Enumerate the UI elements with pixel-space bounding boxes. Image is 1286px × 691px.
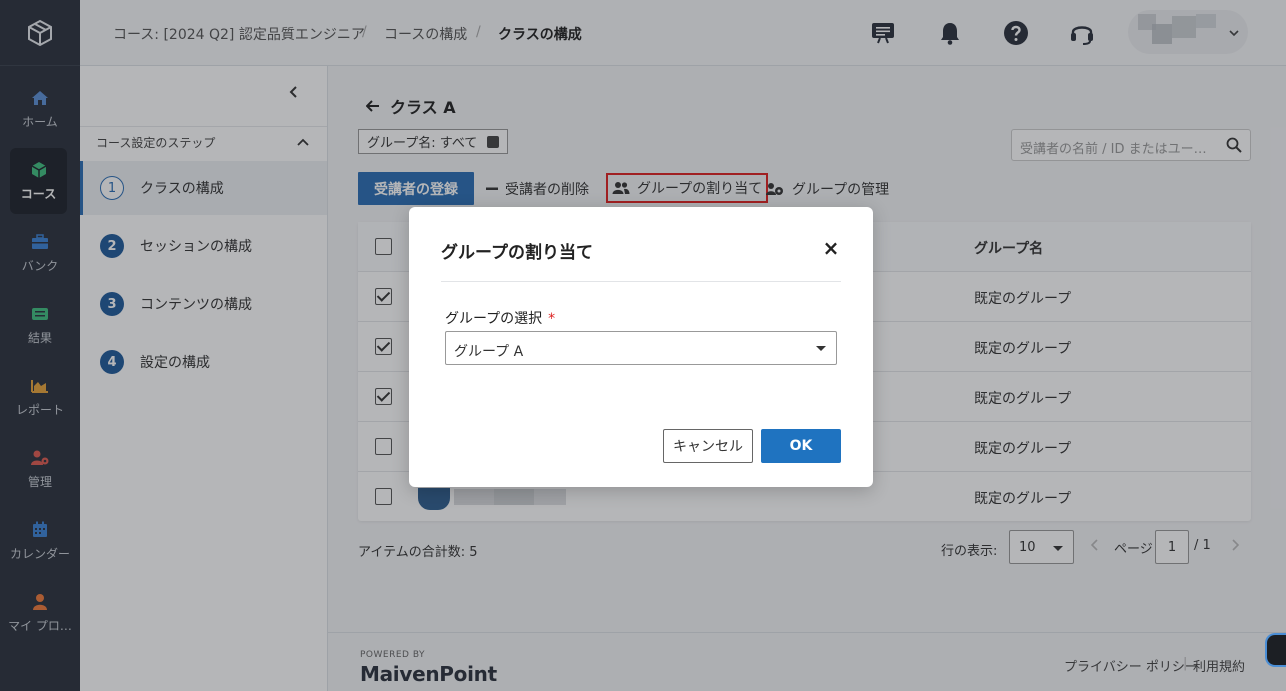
- close-icon[interactable]: ×: [822, 238, 840, 258]
- assign-group-dialog: グループの割り当て × グループの選択 * グループ A キャンセル OK: [409, 207, 873, 487]
- dropdown-caret-icon: [816, 346, 826, 351]
- group-select-value: グループ A: [454, 344, 524, 360]
- select-group-label: グループの選択 *: [445, 308, 555, 328]
- select-group-label-text: グループの選択: [445, 311, 543, 327]
- group-select-dropdown[interactable]: グループ A: [445, 331, 837, 365]
- dialog-title: グループの割り当て: [441, 243, 593, 263]
- required-asterisk: *: [548, 311, 556, 327]
- floating-widget-tab[interactable]: [1265, 633, 1286, 667]
- cancel-button[interactable]: キャンセル: [663, 429, 753, 463]
- dialog-divider: [441, 281, 841, 282]
- ok-button[interactable]: OK: [761, 429, 841, 463]
